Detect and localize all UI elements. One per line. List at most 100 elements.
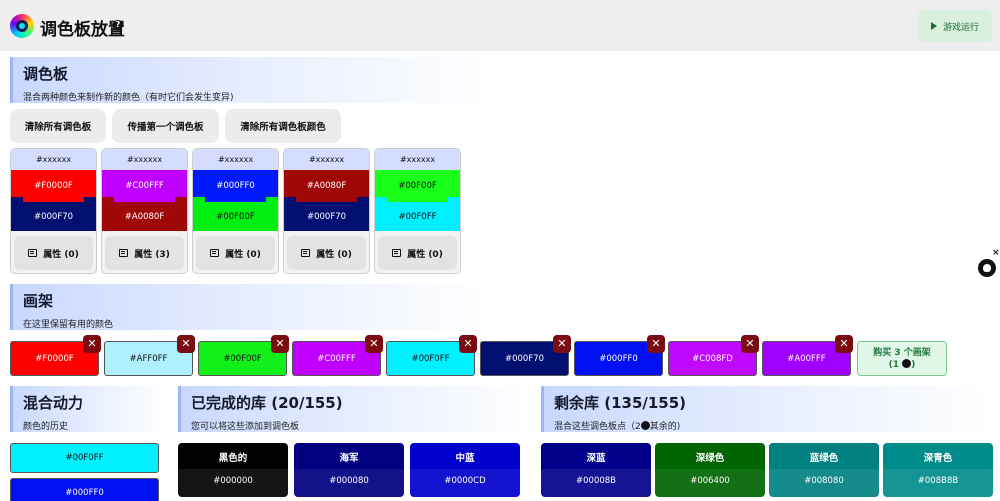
shelf-section-title: 画架 <box>23 292 54 310</box>
shelf-color-hex: #F0000F <box>35 353 74 364</box>
shelf-color-hex: #C00FFF <box>317 353 356 364</box>
history-section-subtitle: 颜色的历史 <box>23 422 69 432</box>
history-color-hex: #00F0FF <box>65 453 104 463</box>
library-color-name: 海军 <box>339 453 359 464</box>
palette-color-2-hex: #00F0FF <box>398 211 437 222</box>
palette-properties-button[interactable]: 属性 (0) <box>287 236 366 270</box>
remaining-subtitle-b: 其余的) <box>649 422 681 432</box>
shelf-color-hex: #00F0FF <box>411 353 450 364</box>
library-color-hex: #008080 <box>769 469 879 497</box>
palette-color-slot-2[interactable]: #00F0FF <box>375 202 460 231</box>
library-color-tile[interactable]: 黑色的 #000000 <box>178 443 288 497</box>
play-icon <box>930 22 937 30</box>
palette-color-1-hex: #A0080F <box>306 181 347 191</box>
library-color-tile[interactable]: 蓝绿色 #008080 <box>769 443 879 497</box>
remove-shelf-item-button[interactable]: ✕ <box>553 335 571 353</box>
library-color-hex: #00008B <box>541 469 651 497</box>
palette-color-slot-2[interactable]: #000F70 <box>284 202 369 231</box>
palette-properties-button[interactable]: 属性 (0) <box>196 236 275 270</box>
history-section-title: 混合动力 <box>23 394 84 412</box>
remaining-library-subtitle: 混合这些调色板点（2 其余的) <box>554 419 985 432</box>
library-color-name: 深青色 <box>923 453 953 464</box>
list-icon <box>28 249 38 257</box>
shelf-color-hex: #A00FFF <box>787 353 826 364</box>
palette-color-2-hex: #000F70 <box>33 211 74 222</box>
app-logo-icon <box>10 14 34 38</box>
palette-mix-hex: #xxxxxx <box>193 149 278 170</box>
remove-shelf-item-button[interactable]: ✕ <box>835 335 853 353</box>
palette-section-title: 调色板 <box>23 65 69 83</box>
completed-library-header: 已完成的库 (20/155) 您可以将这些添加到调色板 <box>178 386 530 432</box>
close-side-widget-icon[interactable]: × <box>992 248 1000 258</box>
palette-point-icon <box>640 421 650 430</box>
history-section-header: 混合动力 颜色的历史 <box>10 386 168 432</box>
palette-properties-label: 属性 (0) <box>316 249 352 260</box>
palette-properties-label: 属性 (0) <box>225 249 261 260</box>
remove-shelf-item-button[interactable]: ✕ <box>83 335 101 353</box>
palette-properties-button[interactable]: 属性 (0) <box>14 236 93 270</box>
shelf-section-subtitle: 在这里保留有用的颜色 <box>23 320 114 330</box>
remove-shelf-item-button[interactable]: ✕ <box>741 335 759 353</box>
buy-easels-cost: (1 <box>888 360 900 370</box>
library-color-tile[interactable]: 海军 #000080 <box>294 443 404 497</box>
remaining-library-title: 剩余库 (135/155) <box>554 394 687 412</box>
completed-library-title: 已完成的库 (20/155) <box>191 394 343 412</box>
palette-color-slot-1[interactable]: #A0080F <box>284 170 369 202</box>
palette-mix-hex: #xxxxxx <box>102 149 187 170</box>
library-color-tile[interactable]: 中蓝 #0000CD <box>410 443 520 497</box>
library-color-name: 黑色的 <box>218 453 248 464</box>
library-color-hex: #000080 <box>294 469 404 497</box>
run-game-label: 游戏运行 <box>942 22 979 33</box>
library-color-tile[interactable]: 深绿色 #006400 <box>655 443 765 497</box>
palette-mix-hex: #xxxxxx <box>375 149 460 170</box>
remove-shelf-item-button[interactable]: ✕ <box>647 335 665 353</box>
remove-shelf-item-button[interactable]: ✕ <box>271 335 289 353</box>
palette-color-slot-2[interactable]: #A0080F <box>102 202 187 231</box>
buy-easels-label: 购买 3 个画架 <box>873 348 931 358</box>
help-icon[interactable]: ? <box>113 20 123 30</box>
palette-mix-hex: #xxxxxx <box>284 149 369 170</box>
palette-card: #xxxxxx #00F00F #00F0FF 属性 (0) <box>374 148 461 274</box>
completed-library-subtitle: 您可以将这些添加到调色板 <box>191 422 300 432</box>
app-title: 调色板放置 <box>40 20 125 40</box>
palette-color-slot-1[interactable]: #C00FFF <box>102 170 187 202</box>
shelf-color-hex: #AFF0FF <box>129 353 168 364</box>
clear-palette-colors-button[interactable]: 清除所有调色板颜色 <box>225 109 341 143</box>
shelf-color-hex: #00F00F <box>223 353 262 364</box>
buy-easels-cost-end: ) <box>911 360 916 370</box>
palette-properties-button[interactable]: 属性 (0) <box>378 236 457 270</box>
palette-color-slot-1[interactable]: #000FF0 <box>193 170 278 202</box>
palette-color-slot-2[interactable]: #000F70 <box>11 202 96 231</box>
library-color-tile[interactable]: 深蓝 #00008B <box>541 443 651 497</box>
palette-point-icon <box>902 359 912 368</box>
library-color-name: 蓝绿色 <box>809 453 839 464</box>
library-color-tile[interactable]: 深青色 #008B8B <box>883 443 993 497</box>
history-color-item[interactable]: #000FF0 <box>10 478 159 501</box>
history-color-item[interactable]: #00F0FF <box>10 443 159 473</box>
buy-easels-button[interactable]: 购买 3 个画架 (1 ) <box>857 341 947 376</box>
palette-section-header: 调色板 混合两种颜色来制作新的颜色（有时它们会发生变异) <box>10 57 492 103</box>
remove-shelf-item-button[interactable]: ✕ <box>459 335 477 353</box>
run-game-button[interactable]: 游戏运行 <box>918 10 992 42</box>
palette-color-slot-2[interactable]: #00F00F <box>193 202 278 231</box>
palette-card: #xxxxxx #000FF0 #00F00F 属性 (0) <box>192 148 279 274</box>
github-icon[interactable] <box>978 259 996 277</box>
palette-color-1-hex: #000FF0 <box>216 181 255 191</box>
list-icon <box>392 249 402 257</box>
remove-shelf-item-button[interactable]: ✕ <box>365 335 383 353</box>
palette-card: #xxxxxx #C00FFF #A0080F 属性 (3) <box>101 148 188 274</box>
spread-first-palette-button[interactable]: 传播第一个调色板 <box>112 109 219 143</box>
palette-mix-hex: #xxxxxx <box>11 149 96 170</box>
palette-properties-label: 属性 (0) <box>407 249 443 260</box>
palette-color-slot-1[interactable]: #F0000F <box>11 170 96 202</box>
list-icon <box>301 249 311 257</box>
palette-color-slot-1[interactable]: #00F00F <box>375 170 460 202</box>
library-color-name: 深蓝 <box>586 453 606 464</box>
palette-card: #xxxxxx #A0080F #000F70 属性 (0) <box>283 148 370 274</box>
remove-shelf-item-button[interactable]: ✕ <box>177 335 195 353</box>
clear-all-palettes-button[interactable]: 清除所有调色板 <box>10 109 106 143</box>
palette-card: #xxxxxx #F0000F #000F70 属性 (0) <box>10 148 97 274</box>
palette-properties-button[interactable]: 属性 (3) <box>105 236 184 270</box>
library-color-name: 深绿色 <box>695 453 725 464</box>
library-color-name: 中蓝 <box>455 453 475 464</box>
